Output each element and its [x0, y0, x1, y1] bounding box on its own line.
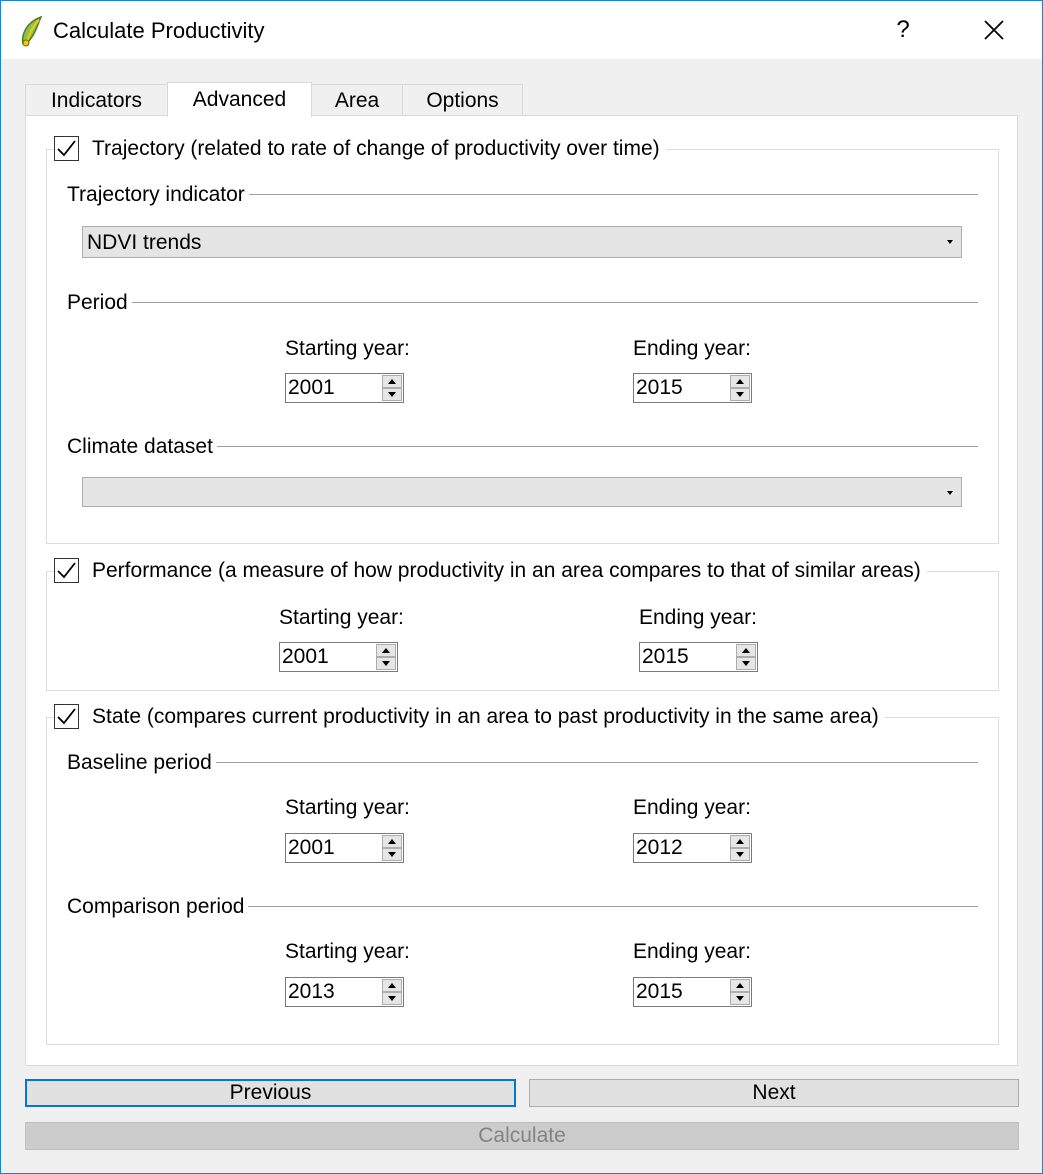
baseline-start-year-spinbox[interactable]: [285, 833, 404, 863]
next-button[interactable]: Next: [529, 1079, 1019, 1107]
trajectory-end-year-input[interactable]: [635, 375, 729, 401]
advanced-tab-panel: Trajectory (related to rate of change of…: [25, 115, 1018, 1066]
spin-up-button[interactable]: [736, 644, 756, 657]
spin-up-button[interactable]: [382, 835, 402, 848]
trajectory-end-label: Ending year:: [633, 337, 751, 360]
trajectory-indicator-label: Trajectory indicator: [67, 183, 249, 207]
spin-up-button[interactable]: [382, 375, 402, 388]
comparison-end-year-input[interactable]: [635, 979, 729, 1005]
baseline-end-year-spinbox[interactable]: [633, 833, 752, 863]
performance-start-year-spinbox[interactable]: [279, 642, 398, 672]
spin-up-button[interactable]: [730, 375, 750, 388]
comparison-start-year-spinbox[interactable]: [285, 977, 404, 1007]
trajectory-indicator-value: NDVI trends: [87, 231, 202, 254]
tab-advanced[interactable]: Advanced: [167, 82, 312, 117]
divider: [67, 302, 978, 303]
climate-dataset-select[interactable]: [82, 477, 962, 507]
trajectory-checkbox[interactable]: [54, 136, 79, 161]
spin-down-button[interactable]: [730, 388, 750, 401]
spin-up-button[interactable]: [730, 979, 750, 992]
spin-down-button[interactable]: [730, 992, 750, 1005]
spin-down-button[interactable]: [736, 657, 756, 670]
performance-group: [46, 571, 999, 691]
tab-indicators[interactable]: Indicators: [25, 84, 168, 117]
comparison-period-label: Comparison period: [67, 895, 249, 919]
comparison-start-label: Starting year:: [285, 940, 410, 963]
comparison-end-year-spinbox[interactable]: [633, 977, 752, 1007]
trajectory-end-year-spinbox[interactable]: [633, 373, 752, 403]
performance-end-year-input[interactable]: [641, 644, 735, 670]
performance-start-year-input[interactable]: [281, 644, 375, 670]
state-checkbox[interactable]: [54, 704, 79, 729]
baseline-start-year-input[interactable]: [287, 835, 381, 861]
trajectory-start-label: Starting year:: [285, 337, 410, 360]
comparison-start-year-input[interactable]: [287, 979, 381, 1005]
dropdown-arrow-icon: [947, 240, 953, 244]
trajectory-start-year-spinbox[interactable]: [285, 373, 404, 403]
spin-down-button[interactable]: [382, 848, 402, 861]
baseline-end-label: Ending year:: [633, 796, 751, 819]
spin-down-button[interactable]: [382, 992, 402, 1005]
performance-group-header: Performance (a measure of how productivi…: [54, 558, 927, 583]
spin-down-button[interactable]: [730, 848, 750, 861]
performance-end-label: Ending year:: [639, 606, 757, 629]
checkmark-icon: [57, 140, 76, 157]
close-icon: [969, 20, 1021, 62]
title-bar: Calculate Productivity ?: [1, 1, 1042, 59]
performance-end-year-spinbox[interactable]: [639, 642, 758, 672]
trajectory-indicator-select[interactable]: NDVI trends: [82, 226, 962, 258]
spin-up-button[interactable]: [730, 835, 750, 848]
trajectory-title: Trajectory (related to rate of change of…: [92, 136, 660, 160]
checkmark-icon: [57, 562, 76, 579]
window-title: Calculate Productivity: [53, 18, 265, 43]
calculate-button[interactable]: Calculate: [25, 1122, 1019, 1150]
close-button[interactable]: [969, 3, 1021, 57]
checkmark-icon: [57, 708, 76, 725]
qgis-logo-icon: [17, 14, 47, 48]
state-title: State (compares current productivity in …: [92, 704, 879, 728]
state-group-header: State (compares current productivity in …: [54, 704, 885, 729]
spin-up-button[interactable]: [382, 979, 402, 992]
spin-down-button[interactable]: [382, 388, 402, 401]
tab-area[interactable]: Area: [311, 84, 403, 117]
comparison-end-label: Ending year:: [633, 940, 751, 963]
performance-title: Performance (a measure of how productivi…: [92, 558, 921, 582]
performance-start-label: Starting year:: [279, 606, 404, 629]
baseline-period-label: Baseline period: [67, 751, 216, 775]
baseline-start-label: Starting year:: [285, 796, 410, 819]
performance-checkbox[interactable]: [54, 558, 79, 583]
dropdown-arrow-icon: [947, 491, 953, 495]
period-label: Period: [67, 291, 132, 315]
dialog-window: Calculate Productivity ? Indicators Adva…: [0, 0, 1043, 1174]
previous-button[interactable]: Previous: [25, 1079, 516, 1107]
tab-options[interactable]: Options: [402, 84, 523, 117]
spin-up-button[interactable]: [376, 644, 396, 657]
spin-down-button[interactable]: [376, 657, 396, 670]
baseline-end-year-input[interactable]: [635, 835, 729, 861]
trajectory-start-year-input[interactable]: [287, 375, 381, 401]
help-button[interactable]: ?: [881, 3, 925, 57]
climate-dataset-label: Climate dataset: [67, 435, 217, 459]
trajectory-group-header: Trajectory (related to rate of change of…: [54, 136, 666, 161]
